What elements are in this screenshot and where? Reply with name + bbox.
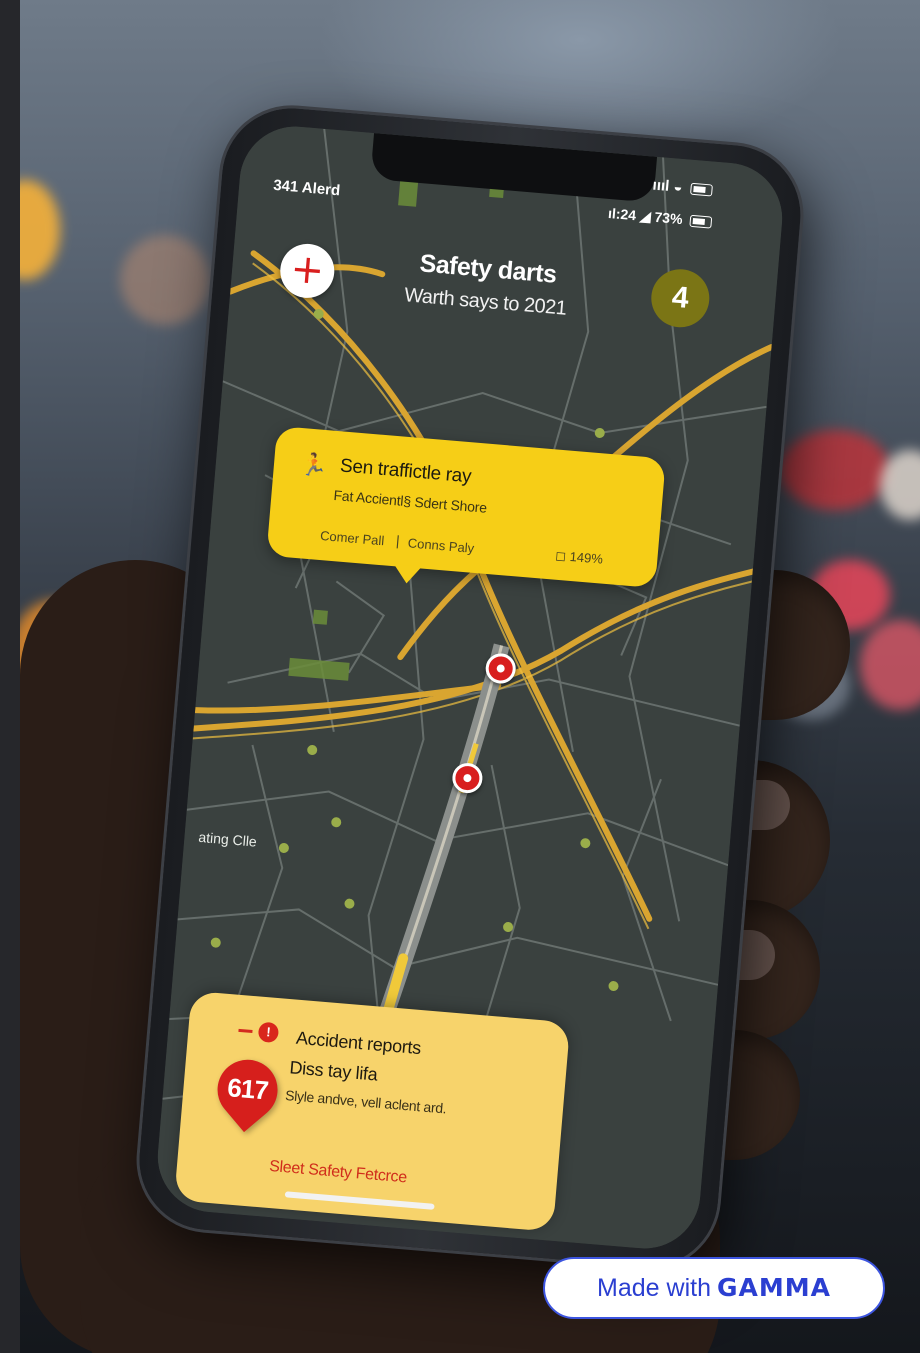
wifi-icon: ◒ — [672, 178, 684, 196]
safety-feature-link[interactable]: Sleet Safety Fetcrce — [268, 1158, 408, 1187]
report-description: Slyle andve, vell aclent ard. — [284, 1086, 448, 1117]
alert-dot-icon: ! — [257, 1021, 280, 1044]
alert-right-label: ◻ 149% — [554, 547, 604, 567]
made-with-text: Made with — [597, 1274, 711, 1302]
battery-icon — [690, 182, 714, 197]
alert-mid-label: Conns Paly — [407, 535, 475, 556]
left-edge-strip — [0, 0, 20, 1353]
alert-subtitle: Fat Accientl§ Sdert Shore — [332, 486, 488, 516]
marker-number: 617 — [226, 1072, 270, 1106]
signal-bars-text: ıııl — [651, 176, 671, 195]
battery-icon — [689, 215, 713, 229]
bokeh-light — [780, 430, 890, 510]
alert-title: Sen traffictle ray — [339, 455, 473, 488]
gamma-logo: GAMMA — [716, 1273, 831, 1302]
alert-separator: | — [395, 532, 401, 549]
report-dash — [238, 1028, 253, 1033]
report-title: Accident reports — [295, 1027, 422, 1059]
phone: 341 Alerd ıııl ◒ ıl:24 ◢ 73% + Safety da… — [133, 102, 807, 1273]
phone-screen: 341 Alerd ıııl ◒ ıl:24 ◢ 73% + Safety da… — [153, 122, 787, 1253]
made-with-gamma-badge[interactable]: Made with GAMMA — [543, 1257, 885, 1319]
bokeh-light — [20, 180, 60, 280]
running-person-icon: 🏃 — [299, 452, 329, 480]
accident-report-card[interactable]: ! Accident reports Diss tay lifa Slyle a… — [174, 990, 571, 1232]
report-subtitle: Diss tay lifa — [288, 1057, 379, 1085]
bokeh-light — [860, 620, 920, 710]
alert-left-label: Comer Pall — [319, 527, 385, 549]
bokeh-light — [120, 235, 210, 325]
